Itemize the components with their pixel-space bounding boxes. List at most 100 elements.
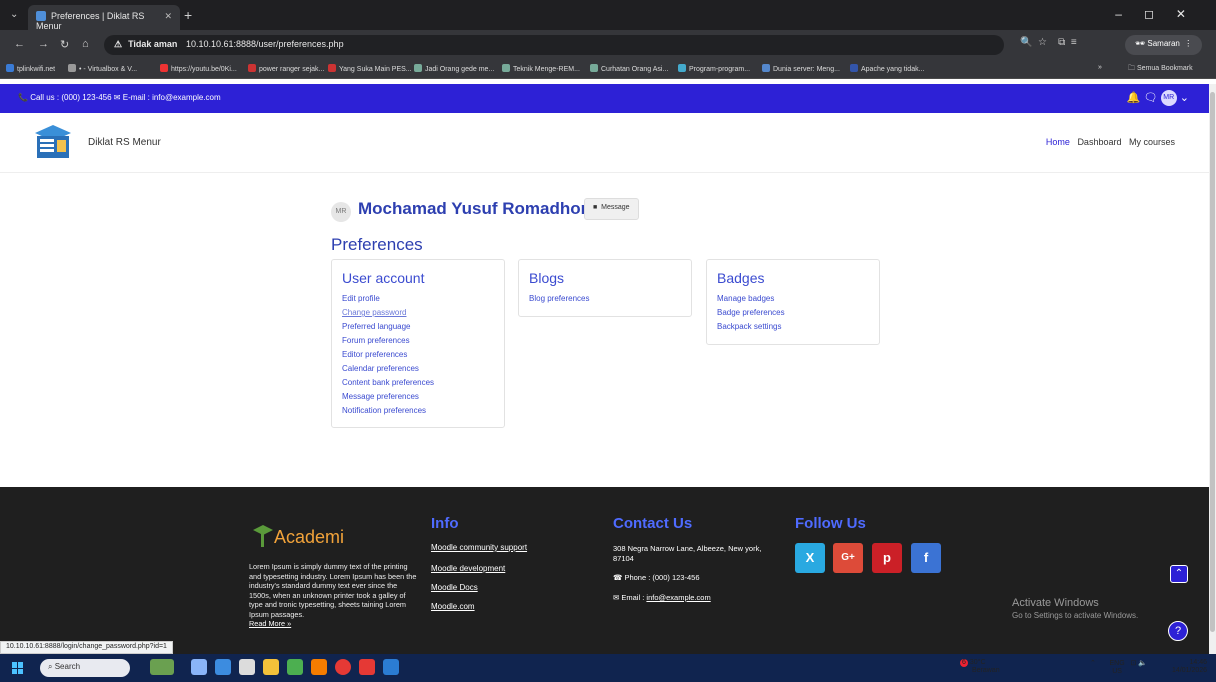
moodle-development-link[interactable]: Moodle development	[431, 559, 541, 578]
incognito-badge[interactable]: 🕶 Samaran ⋮	[1125, 35, 1203, 55]
star-icon[interactable]: ☆	[1038, 37, 1047, 48]
bookmark-item[interactable]: Apache yang tidak...	[850, 64, 924, 73]
chevron-down-icon[interactable]: ⌄	[1180, 92, 1189, 104]
settings-icon[interactable]	[239, 659, 255, 675]
system-tray[interactable]: ⌃ ENG US ⊡ 🔈	[1090, 660, 1147, 676]
editor-preferences-link[interactable]: Editor preferences	[342, 348, 494, 362]
badge-preferences-link[interactable]: Badge preferences	[717, 306, 869, 320]
warning-icon: ⚠	[114, 39, 123, 49]
scroll-to-top-button[interactable]: ⌃	[1170, 565, 1188, 583]
site-name[interactable]: Diklat RS Menur	[88, 137, 161, 148]
taskbar-clock[interactable]: 14:46 14/01/2026	[1172, 659, 1207, 675]
zoom-icon[interactable]: 🔍	[1020, 37, 1032, 48]
google-plus-icon[interactable]: G+	[833, 543, 863, 573]
bookmark-item[interactable]: Jadi Orang gede me...	[414, 64, 494, 73]
folder-icon: 🗀	[1128, 65, 1135, 72]
message-icon: ■	[593, 204, 598, 211]
weather-badge: 6	[960, 659, 968, 667]
bookmark-item[interactable]: Program-program...	[678, 64, 750, 73]
browser-tab[interactable]: Preferences | Diklat RS Menur ✕	[28, 5, 180, 31]
contact-heading: Contact Us	[613, 515, 693, 532]
bookmarks-bar: tplinkwifi.net • - Virtualbox & V... htt…	[0, 60, 1216, 79]
forum-preferences-link[interactable]: Forum preferences	[342, 334, 494, 348]
content-bank-preferences-link[interactable]: Content bank preferences	[342, 376, 494, 390]
bookmark-item[interactable]: https://youtu.be/0Ki...	[160, 64, 237, 73]
app-icon[interactable]	[311, 659, 327, 675]
task-view-icon[interactable]	[191, 659, 207, 675]
user-avatar[interactable]: MR	[1160, 90, 1177, 106]
reading-list-icon[interactable]: ≡	[1071, 37, 1077, 48]
bookmark-item[interactable]: Dunia server: Meng...	[762, 64, 840, 73]
site-logo[interactable]	[33, 123, 73, 163]
twitter-x-icon[interactable]: X	[795, 543, 825, 573]
help-button[interactable]: ?	[1168, 621, 1188, 641]
toolbar-icons: 🔍 ☆ ⧉ ≡	[1020, 37, 1077, 48]
moodle-com-link[interactable]: Moodle.com	[431, 597, 541, 616]
incognito-icon: 🕶	[1135, 39, 1146, 48]
widgets-icon[interactable]	[150, 659, 174, 675]
top-contact-bar: 📞 Call us : (000) 123-456 ✉ E-mail : inf…	[0, 84, 1209, 113]
close-tab-icon[interactable]: ✕	[164, 11, 172, 22]
lang-label: ENG	[1109, 660, 1125, 667]
messages-icon[interactable]: 🗨	[1144, 92, 1158, 104]
bookmark-item[interactable]: tplinkwifi.net	[6, 64, 55, 73]
taskbar-search[interactable]: ⌕ Search	[40, 659, 130, 677]
notifications-icon[interactable]: 🔔	[1127, 92, 1141, 104]
tab-search-icon[interactable]: ⌄	[10, 9, 18, 20]
message-button[interactable]: ■ Message	[584, 198, 639, 220]
read-more-link[interactable]: Read More »	[249, 619, 291, 628]
url-bar[interactable]: ⚠ Tidak aman 10.10.10.61:8888/user/prefer…	[104, 35, 1004, 55]
home-icon[interactable]: ⌂	[82, 38, 89, 50]
profile-name[interactable]: Mochamad Yusuf Romadhoni	[358, 199, 596, 219]
windows-start-icon[interactable]	[12, 662, 24, 674]
blog-preferences-link[interactable]: Blog preferences	[529, 292, 681, 306]
message-preferences-link[interactable]: Message preferences	[342, 390, 494, 404]
nav-my-courses[interactable]: My courses	[1129, 137, 1175, 147]
nav-dashboard[interactable]: Dashboard	[1077, 137, 1121, 147]
bookmark-item[interactable]: power ranger sejak...	[248, 64, 324, 73]
reload-icon[interactable]: ↻	[60, 38, 69, 51]
bookmark-item[interactable]: Teknik Menge-REM...	[502, 64, 580, 73]
change-password-link[interactable]: Change password	[342, 306, 494, 320]
file-explorer-icon[interactable]	[263, 659, 279, 675]
nav-home[interactable]: Home	[1046, 137, 1070, 147]
windows-taskbar	[0, 654, 1216, 682]
window-controls[interactable]: –◻✕	[1115, 7, 1208, 21]
bookmark-item[interactable]: Yang Suka Main PES...	[328, 64, 412, 73]
chrome-icon[interactable]	[335, 659, 351, 675]
network-icon: ⊡	[1130, 660, 1137, 667]
bookmark-item[interactable]: Curhatan Orang Asi...	[590, 64, 668, 73]
profile-avatar[interactable]: MR	[331, 202, 351, 222]
forward-icon[interactable]: →	[38, 38, 49, 50]
extensions-icon[interactable]: ⧉	[1058, 37, 1065, 48]
footer-brand[interactable]: Academi	[274, 527, 344, 548]
facebook-icon[interactable]: f	[911, 543, 941, 573]
backpack-settings-link[interactable]: Backpack settings	[717, 320, 869, 334]
calendar-preferences-link[interactable]: Calendar preferences	[342, 362, 494, 376]
new-tab-button[interactable]: +	[184, 7, 192, 23]
more-bookmarks-icon[interactable]: »	[1098, 64, 1102, 71]
moodle-docs-link[interactable]: Moodle Docs	[431, 578, 541, 597]
manage-badges-link[interactable]: Manage badges	[717, 292, 869, 306]
edit-profile-link[interactable]: Edit profile	[342, 292, 494, 306]
notification-preferences-link[interactable]: Notification preferences	[342, 404, 494, 418]
word-icon[interactable]	[383, 659, 399, 675]
youtube-icon[interactable]	[359, 659, 375, 675]
activate-title: Activate Windows	[1012, 597, 1099, 609]
bookmark-item[interactable]: • - Virtualbox & V...	[68, 64, 137, 73]
app-icon[interactable]	[287, 659, 303, 675]
edge-icon[interactable]	[215, 659, 231, 675]
incognito-label: Samaran	[1147, 39, 1180, 48]
back-icon[interactable]: ←	[14, 38, 25, 50]
email-link[interactable]: info@example.com	[646, 593, 710, 602]
url-text: 10.10.10.61:8888/user/preferences.php	[185, 39, 344, 49]
scrollbar-thumb[interactable]	[1210, 92, 1215, 632]
community-support-link[interactable]: Moodle community support	[431, 542, 541, 553]
page-title: Preferences	[331, 235, 423, 254]
weather-desc: Berawan	[972, 667, 1000, 674]
pinterest-icon[interactable]: p	[872, 543, 902, 573]
mail-icon: ✉	[613, 593, 620, 602]
all-bookmarks[interactable]: 🗀 Semua Bookmark	[1128, 64, 1193, 75]
preferred-language-link[interactable]: Preferred language	[342, 320, 494, 334]
weather-widget[interactable]: 6 30°C Berawan	[960, 659, 1000, 675]
